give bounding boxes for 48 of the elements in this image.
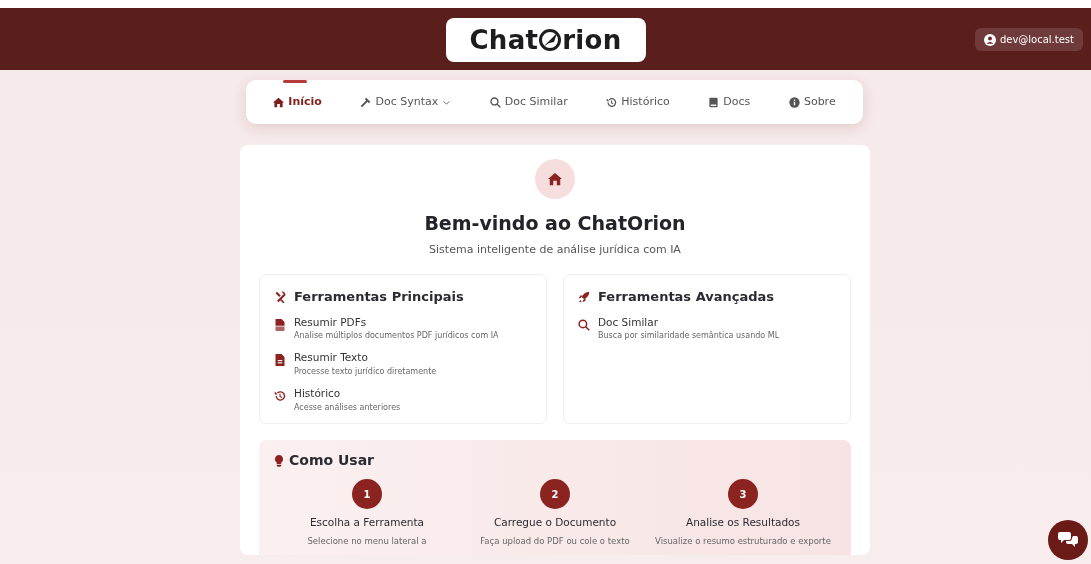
chat-icon [1058,531,1078,549]
hammer-icon [360,96,372,108]
nav-tab[interactable]: Doc Similar [485,80,572,124]
logo: Chat rion [445,18,646,62]
user-menu[interactable]: dev@local.test [974,28,1083,51]
step-number: 3 [728,479,758,509]
card-title: Ferramentas Avançadas [598,288,775,306]
step-title: Analise os Resultados [685,515,800,530]
chat-button[interactable] [1048,520,1088,560]
history-icon [606,96,618,108]
step-number: 2 [540,479,570,509]
step-number: 1 [352,479,382,509]
rocket-icon [578,290,590,303]
welcome-title: Bem-vindo ao ChatOrion [424,211,686,236]
user-avatar-icon [983,33,996,46]
history-icon [274,390,286,402]
book-icon [708,96,720,108]
tool-link[interactable]: Doc Similar [598,314,780,331]
nav-tab[interactable]: Doc Syntax [356,80,456,124]
pdf-file-icon [274,318,286,331]
section-title: Como Usar [289,451,375,470]
tool-link[interactable]: Resumir Texto [294,350,437,366]
step-description: Faça upload do PDF ou cole o texto [480,534,630,548]
search-icon [578,318,590,331]
tool-description: Analise múltiplos documentos PDF jurídicos com IA [294,330,499,343]
tool-description: Acesse análises anteriores [294,401,401,414]
step-description: Visualize o resumo estruturado e exporte [655,534,831,548]
tool-description: Processe texto jurídico diretamente [294,366,437,378]
search-icon [489,96,501,108]
nav-tab[interactable]: Docs [704,80,755,124]
home-icon [273,96,285,108]
welcome-subtitle: Sistema inteligente de análise jurídica com IA [429,241,681,258]
nav-tab[interactable]: Sobre [784,80,840,124]
lightbulb-icon [273,454,285,467]
info-icon [788,96,800,108]
step-title: Carregue o Documento [493,515,617,530]
file-icon [274,354,286,367]
user-email: dev@local.test [999,33,1074,47]
step-description: Selecione no menu lateral a [307,534,427,548]
home-icon [535,159,575,199]
card-title: Ferramentas Principais [294,288,464,306]
nav-tab[interactable]: Início [269,80,326,124]
tools-icon [274,290,286,303]
nav-tab[interactable]: Histórico [602,80,674,124]
step-title: Escolha a Ferramenta [309,515,425,530]
tool-link[interactable]: Resumir PDFs [294,314,499,331]
tool-description: Busca por similaridade semântica usando ML [598,330,780,343]
tool-link[interactable]: Histórico [294,386,401,402]
